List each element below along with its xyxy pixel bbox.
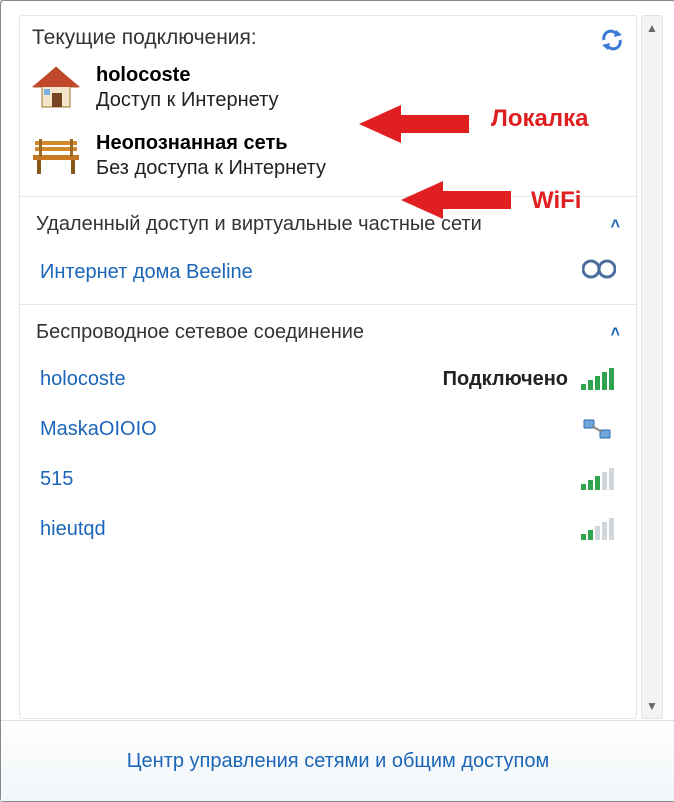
separator (20, 304, 636, 305)
connection-status: Без доступа к Интернету (96, 156, 326, 181)
wireless-network-item[interactable]: MaskaOIOIO (20, 404, 636, 454)
signal-5-icon (580, 366, 616, 392)
header: Текущие подключения: (20, 16, 636, 54)
connection-status: Доступ к Интернету (96, 88, 278, 113)
signal-network-icon (580, 416, 616, 442)
chevron-up-icon: ˄ (611, 216, 620, 234)
network-flyout: Текущие подключения: (0, 0, 674, 802)
signal-3-icon (580, 466, 616, 492)
connection-text: holocoste Доступ к Интернету (96, 63, 278, 113)
annotation-label: WiFi (531, 187, 581, 215)
network-status: Подключено (443, 368, 568, 391)
scroll-down-button[interactable]: ▼ (642, 694, 662, 718)
vpn-item-name: Интернет дома Beeline (40, 261, 582, 284)
scrollbar[interactable]: ▲ ▼ (641, 15, 663, 719)
vpn-item[interactable]: Интернет дома Beeline (20, 246, 636, 298)
signal-2-icon (580, 516, 616, 542)
refresh-icon[interactable] (598, 28, 626, 57)
network-center-link[interactable]: Центр управления сетями и общим доступом (127, 750, 550, 773)
wireless-network-item[interactable]: hieutqd (20, 504, 636, 554)
network-name: 515 (40, 468, 580, 491)
connection-text: Неопознанная сеть Без доступа к Интернет… (96, 131, 326, 181)
vpn-icon (582, 258, 616, 286)
network-name: MaskaOIOIO (40, 418, 580, 441)
chevron-up-icon: ˄ (611, 324, 620, 342)
scroll-up-button[interactable]: ▲ (642, 16, 662, 40)
connection-name: Неопознанная сеть (96, 131, 326, 156)
network-name: hieutqd (40, 518, 580, 541)
section-wireless[interactable]: Беспроводное сетевое соединение ˄ (20, 311, 636, 354)
header-title: Текущие подключения: (32, 26, 257, 49)
wireless-network-item[interactable]: holocoste Подключено (20, 354, 636, 404)
wireless-network-item[interactable]: 515 (20, 454, 636, 504)
footer: Центр управления сетями и общим доступом (1, 720, 674, 801)
section-title: Удаленный доступ и виртуальные частные с… (36, 213, 611, 236)
section-title: Беспроводное сетевое соединение (36, 321, 611, 344)
annotation-label: Локалка (491, 105, 588, 133)
bench-icon (28, 128, 84, 184)
connection-name: holocoste (96, 63, 278, 88)
annotation-arrow-icon (401, 177, 511, 223)
network-name: holocoste (40, 368, 443, 391)
house-icon (28, 60, 84, 116)
annotation-arrow-icon (359, 101, 469, 147)
